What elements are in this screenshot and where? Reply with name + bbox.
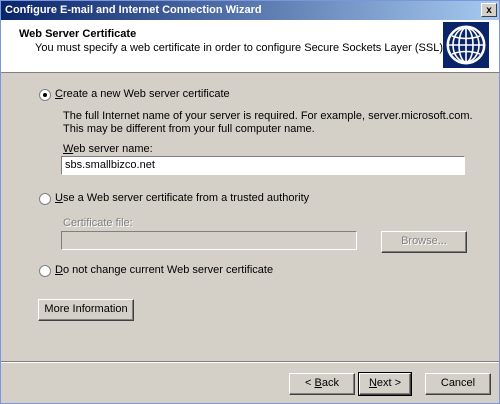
wizard-content: Create a new Web server certificate The … [1, 73, 499, 361]
next-label-text: ext > [376, 377, 402, 389]
page-title: Web Server Certificate [19, 28, 137, 40]
certificate-file-input [61, 231, 357, 250]
certificate-file-label: Certificate file: [63, 217, 133, 229]
window-title: Configure E-mail and Internet Connection… [5, 4, 262, 16]
trusted-label-text: se a Web server certificate from a trust… [62, 192, 310, 204]
more-information-button[interactable]: More Information [38, 299, 134, 321]
trusted-accel: U [55, 192, 63, 204]
next-accel: N [368, 377, 377, 389]
nochange-accel: D [55, 264, 63, 276]
back-prefix: < [305, 377, 315, 389]
page-subtitle: You must specify a web certificate in or… [35, 42, 447, 54]
web-server-name-label: Web server name: [63, 143, 153, 155]
nochange-label-text: o not change current Web server certific… [62, 264, 274, 276]
web-server-name-input[interactable]: sbs.smallbizco.net [61, 156, 465, 175]
create-certificate-label[interactable]: Create a new Web server certificate [55, 88, 230, 100]
create-certificate-radio[interactable] [39, 89, 51, 101]
footer-separator [1, 361, 499, 363]
no-change-radio[interactable] [39, 265, 51, 277]
browse-button: Browse... [381, 231, 467, 253]
no-change-label[interactable]: Do not change current Web server certifi… [55, 264, 273, 276]
create-description: The full Internet name of your server is… [63, 110, 473, 135]
web-server-name-label-text: eb server name: [73, 143, 153, 155]
back-label-text: ack [321, 377, 339, 389]
back-accel: B [314, 377, 322, 389]
create-label-text: reate a new Web server certificate [62, 88, 230, 100]
wizard-window: Configure E-mail and Internet Connection… [0, 0, 500, 404]
globe-icon [443, 22, 489, 68]
next-button[interactable]: Next > [358, 372, 412, 396]
wizard-header: Web Server Certificate You must specify … [1, 20, 499, 73]
create-accel: C [55, 88, 63, 100]
title-bar: Configure E-mail and Internet Connection… [1, 1, 499, 20]
close-button[interactable]: x [481, 3, 497, 17]
web-server-name-accel: W [63, 143, 74, 155]
trusted-certificate-radio[interactable] [39, 193, 51, 205]
back-button[interactable]: < Back [289, 373, 355, 395]
trusted-certificate-label[interactable]: Use a Web server certificate from a trus… [55, 192, 309, 204]
cancel-button[interactable]: Cancel [425, 373, 491, 395]
